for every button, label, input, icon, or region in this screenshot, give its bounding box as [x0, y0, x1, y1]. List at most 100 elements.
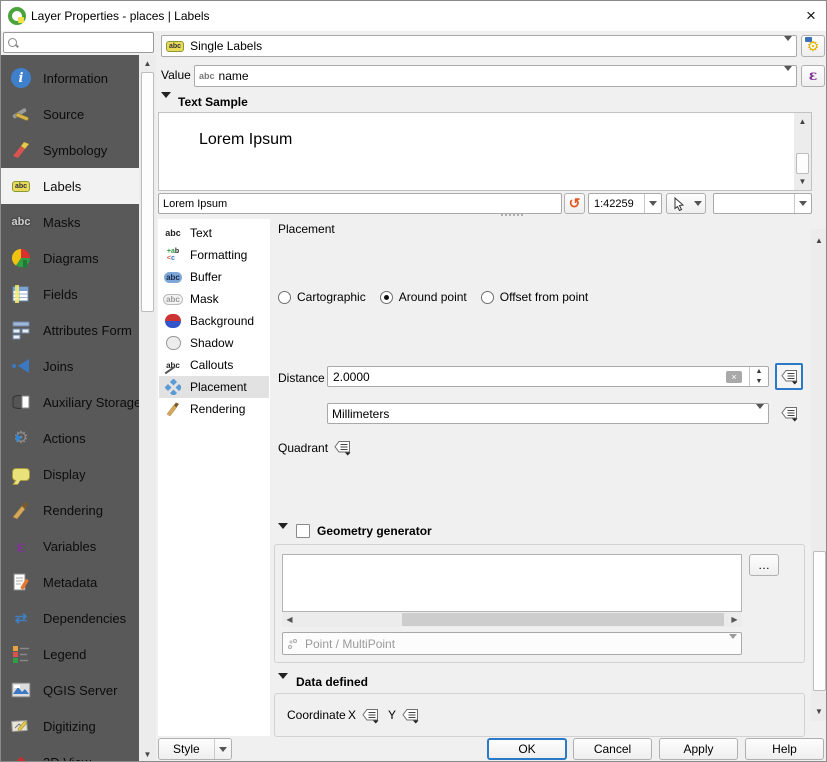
- panel-scrollbar[interactable]: ▲ ▼: [811, 229, 827, 721]
- splitter-handle[interactable]: [501, 214, 523, 216]
- sidebar-item-actions[interactable]: ⚙ Actions: [1, 420, 139, 456]
- units-data-defined-button[interactable]: [776, 401, 802, 425]
- help-button[interactable]: Help: [745, 738, 824, 760]
- expression-h-scrollbar[interactable]: ◀ ▶: [282, 612, 742, 627]
- sample-scale-combo[interactable]: 1:42259: [588, 193, 662, 214]
- label-mode-combo[interactable]: abc Single Labels: [161, 35, 797, 57]
- search-input[interactable]: [11, 34, 153, 51]
- data-defined-override-icon: [402, 707, 419, 724]
- geometry-generator-checkbox[interactable]: [296, 524, 310, 538]
- radio-offset-from-point[interactable]: [481, 291, 494, 304]
- map-tip-dropdown-button[interactable]: [691, 193, 706, 214]
- joins-icon: [9, 354, 33, 378]
- clear-value-icon[interactable]: ×: [726, 371, 742, 383]
- distance-units-combo[interactable]: Millimeters: [327, 403, 769, 424]
- expression-builder-button[interactable]: ε: [801, 65, 825, 87]
- text-sample-collapse-icon[interactable]: [161, 98, 171, 112]
- scroll-right-icon[interactable]: ▶: [727, 612, 742, 627]
- tab-formatting[interactable]: +ab<c Formatting: [159, 244, 269, 266]
- coordinate-x-data-defined-button[interactable]: [357, 703, 383, 727]
- coordinate-label: Coordinate: [287, 708, 346, 722]
- data-defined-group: Coordinate X Y: [274, 693, 805, 737]
- sidebar-item-labels[interactable]: abc Labels: [1, 168, 139, 204]
- tab-mask[interactable]: abc Mask: [159, 288, 269, 310]
- sidebar-item-auxiliary-storage[interactable]: Auxiliary Storage: [1, 384, 139, 420]
- apply-button[interactable]: Apply: [659, 738, 738, 760]
- panel-scroll-thumb[interactable]: [813, 551, 826, 691]
- sidebar-item-variables[interactable]: ε Variables: [1, 528, 139, 564]
- value-label: Value: [161, 68, 191, 82]
- ok-button[interactable]: OK: [487, 738, 567, 760]
- radio-offset-from-point-label: Offset from point: [500, 290, 588, 304]
- spin-down-icon[interactable]: ▼: [750, 377, 768, 387]
- sidebar-item-attributes-form[interactable]: Attributes Form: [1, 312, 139, 348]
- tab-placement[interactable]: Placement: [159, 376, 269, 398]
- tab-shadow[interactable]: Shadow: [159, 332, 269, 354]
- sidebar-item-rendering[interactable]: Rendering: [1, 492, 139, 528]
- close-button[interactable]: ×: [795, 1, 827, 31]
- expression-more-button[interactable]: …: [749, 554, 779, 576]
- qgis-logo-icon: [8, 7, 26, 25]
- sidebar-item-source[interactable]: Source: [1, 96, 139, 132]
- sample-font-color-combo[interactable]: [713, 193, 812, 214]
- distance-value: 2.0000: [333, 370, 370, 384]
- sidebar-scroll-thumb[interactable]: [141, 72, 154, 312]
- geometry-type-combo[interactable]: Point / MultiPoint: [282, 632, 742, 655]
- tab-background[interactable]: Background: [159, 310, 269, 332]
- radio-around-point[interactable]: [380, 291, 393, 304]
- style-button[interactable]: Style: [158, 738, 232, 760]
- sidebar-scroll-down-icon[interactable]: ▼: [139, 747, 156, 762]
- sidebar-item-3d-view[interactable]: ◆ 3D View: [1, 744, 139, 762]
- sidebar-item-qgis-server[interactable]: QGIS Server: [1, 672, 139, 708]
- sidebar-item-diagrams[interactable]: Diagrams: [1, 240, 139, 276]
- sample-scroll-thumb[interactable]: [796, 153, 809, 174]
- text-sample-preview: Lorem Ipsum ▲ ▼: [158, 112, 812, 191]
- sidebar-item-dependencies[interactable]: ⇄ Dependencies: [1, 600, 139, 636]
- sidebar-item-digitizing[interactable]: Digitizing: [1, 708, 139, 744]
- geometry-generator-collapse-icon[interactable]: [278, 529, 288, 543]
- rendering-icon: [9, 498, 33, 522]
- sample-reset-button[interactable]: ↺: [564, 193, 585, 214]
- sample-preview-scrollbar[interactable]: ▲ ▼: [794, 113, 811, 190]
- panel-scroll-down-icon[interactable]: ▼: [811, 704, 827, 719]
- spinner-buttons[interactable]: ▲▼: [749, 367, 768, 386]
- sidebar-item-fields[interactable]: Fields: [1, 276, 139, 312]
- sidebar-item-masks[interactable]: abc Masks: [1, 204, 139, 240]
- sidebar-scrollbar[interactable]: ▲ ▼: [139, 55, 156, 762]
- cancel-button[interactable]: Cancel: [573, 738, 652, 760]
- value-expression-combo[interactable]: abc name: [194, 65, 797, 87]
- window-title: Layer Properties - places | Labels: [31, 1, 210, 31]
- auto-placement-settings-button[interactable]: ⚙: [801, 35, 825, 57]
- sidebar-item-symbology[interactable]: Symbology: [1, 132, 139, 168]
- radio-cartographic[interactable]: [278, 291, 291, 304]
- sample-text-input[interactable]: Lorem Ipsum: [158, 193, 562, 214]
- tab-callouts[interactable]: abc Callouts: [159, 354, 269, 376]
- geometry-expression-editor[interactable]: [282, 554, 742, 612]
- sidebar-scroll-up-icon[interactable]: ▲: [139, 56, 156, 71]
- quadrant-data-defined-button[interactable]: [329, 435, 355, 459]
- sidebar-item-legend[interactable]: Legend: [1, 636, 139, 672]
- coordinate-y-data-defined-button[interactable]: [397, 703, 423, 727]
- sample-scroll-down-icon[interactable]: ▼: [794, 174, 811, 189]
- callouts-tab-icon: abc: [162, 356, 184, 374]
- distance-spinbox[interactable]: 2.0000 × ▲▼: [327, 366, 769, 387]
- spin-up-icon[interactable]: ▲: [750, 367, 768, 377]
- geometry-generator-title: Geometry generator: [317, 524, 432, 538]
- sidebar-item-metadata[interactable]: Metadata: [1, 564, 139, 600]
- sidebar-item-joins[interactable]: Joins: [1, 348, 139, 384]
- chevron-down-icon: [644, 194, 661, 213]
- data-defined-collapse-icon[interactable]: [278, 679, 288, 693]
- panel-scroll-up-icon[interactable]: ▲: [811, 233, 827, 248]
- h-scroll-thumb[interactable]: [402, 613, 724, 626]
- scroll-left-icon[interactable]: ◀: [282, 612, 297, 627]
- tab-text[interactable]: abc Text: [159, 222, 269, 244]
- tab-buffer[interactable]: abc Buffer: [159, 266, 269, 288]
- tab-rendering[interactable]: Rendering: [159, 398, 269, 420]
- chevron-down-icon: [780, 41, 792, 51]
- sidebar-item-information[interactable]: i Information: [1, 60, 139, 96]
- map-tip-button[interactable]: [666, 193, 692, 214]
- search-box[interactable]: [3, 32, 154, 53]
- distance-data-defined-button[interactable]: [775, 363, 803, 390]
- sample-scroll-up-icon[interactable]: ▲: [794, 114, 811, 129]
- sidebar-item-display[interactable]: Display: [1, 456, 139, 492]
